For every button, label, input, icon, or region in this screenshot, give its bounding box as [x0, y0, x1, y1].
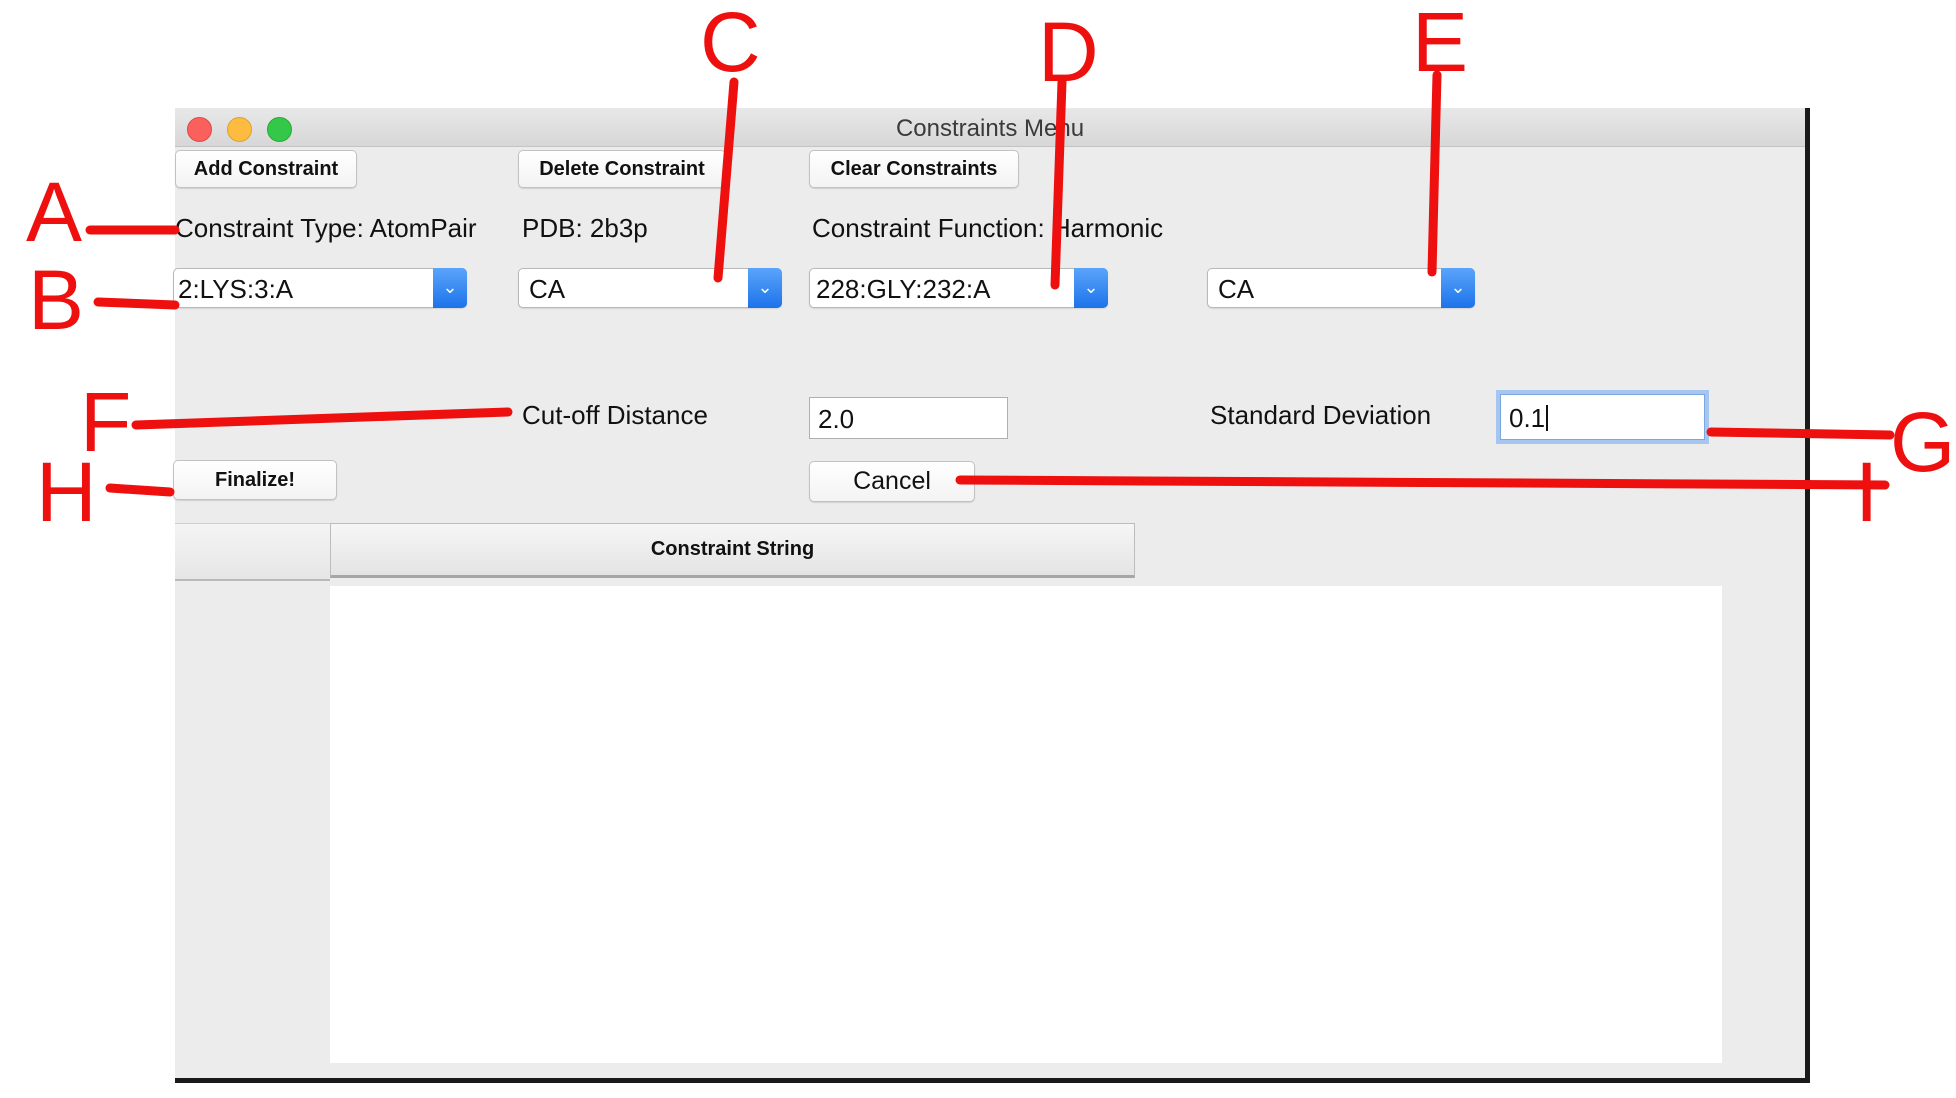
chevron-down-icon[interactable]: ⌄ [748, 268, 782, 308]
constraints-window: Constraints Menu Add Constraint Delete C… [173, 108, 1810, 1083]
atom-1-value: CA [529, 274, 566, 304]
constraints-table-body[interactable] [330, 586, 1722, 1063]
annotation-letter-c: C [700, 0, 761, 89]
cutoff-distance-label: Cut-off Distance [522, 400, 708, 430]
chevron-down-icon[interactable]: ⌄ [1441, 268, 1475, 308]
constraint-function-label: Constraint Function: Harmonic [812, 213, 1164, 243]
atom-2-select[interactable]: CA ⌄ [1207, 268, 1475, 308]
delete-constraint-button[interactable]: Delete Constraint [518, 150, 726, 188]
standard-deviation-value: 0.1 [1509, 403, 1546, 433]
title-bar: Constraints Menu [175, 108, 1805, 147]
atom-1-select[interactable]: CA ⌄ [518, 268, 782, 308]
residue-1-select[interactable]: 2:LYS:3:A ⌄ [173, 268, 467, 308]
annotation-letter-h: H [36, 445, 97, 539]
clear-constraints-button[interactable]: Clear Constraints [809, 150, 1019, 188]
residue-2-value: 228:GLY:232:A [816, 274, 991, 304]
annotation-letter-e: E [1412, 0, 1469, 89]
screenshot: Constraints Menu Add Constraint Delete C… [0, 0, 1956, 1098]
cutoff-distance-field[interactable]: 2.0 [809, 397, 1008, 439]
annotation-letter-g: G [1890, 395, 1956, 489]
table-row-header [175, 523, 330, 581]
standard-deviation-field[interactable]: 0.1 [1500, 394, 1705, 440]
pointer-h [105, 483, 175, 497]
chevron-down-icon[interactable]: ⌄ [1074, 268, 1108, 308]
chevron-down-icon[interactable]: ⌄ [433, 268, 467, 308]
text-caret [1546, 405, 1549, 431]
residue-2-select[interactable]: 228:GLY:232:A ⌄ [809, 268, 1108, 308]
pdb-label: PDB: 2b3p [522, 213, 648, 243]
annotation-letter-a: A [26, 165, 83, 259]
pointer-b [93, 297, 180, 310]
finalize-button[interactable]: Finalize! [173, 460, 337, 500]
annotation-letter-d: D [1038, 5, 1099, 99]
residue-1-value: 2:LYS:3:A [178, 274, 294, 304]
annotation-letter-i: I [1855, 445, 1879, 539]
standard-deviation-label: Standard Deviation [1210, 400, 1432, 430]
add-constraint-button[interactable]: Add Constraint [175, 150, 357, 188]
cancel-button[interactable]: Cancel [809, 461, 975, 502]
window-title: Constraints Menu [895, 115, 1085, 142]
constraint-type-label: Constraint Type: AtomPair [175, 213, 477, 243]
annotation-letter-b: B [28, 253, 85, 347]
atom-2-value: CA [1218, 274, 1255, 304]
constraint-string-column-header[interactable]: Constraint String [330, 523, 1135, 578]
